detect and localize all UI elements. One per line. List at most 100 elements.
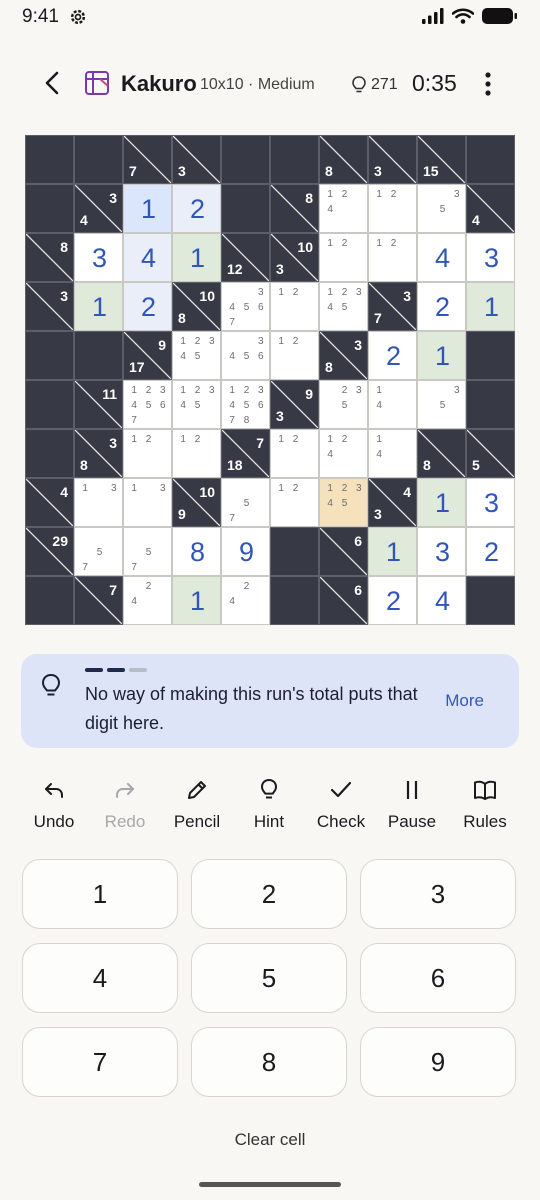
cell-2-2[interactable]: 4 — [123, 233, 172, 282]
keypad-key-9[interactable]: 9 — [360, 1027, 516, 1097]
clue-cell-2-4: 12 — [221, 233, 270, 282]
cell-8-8[interactable]: 3 — [417, 527, 466, 576]
pencil-note: 4 — [131, 399, 137, 411]
cell-5-4[interactable]: 123 456 78 — [221, 380, 270, 429]
cell-7-6[interactable]: 123 45 — [319, 478, 368, 527]
clue-down-sum: 18 — [227, 457, 243, 473]
cell-1-7[interactable]: 12 — [368, 184, 417, 233]
pencil-notes: 24 — [127, 579, 170, 624]
pause-button[interactable]: Pause — [377, 775, 447, 835]
cell-7-4[interactable]: 57 — [221, 478, 270, 527]
cell-3-4[interactable]: 3 456 7 — [221, 282, 270, 331]
more-options-icon[interactable] — [478, 70, 498, 98]
cell-3-5[interactable]: 12 — [270, 282, 319, 331]
cell-8-1[interactable]: 57 — [74, 527, 123, 576]
cell-2-8[interactable]: 4 — [417, 233, 466, 282]
cell-6-2[interactable]: 12 — [123, 429, 172, 478]
cell-2-6[interactable]: 12 — [319, 233, 368, 282]
back-arrow-icon[interactable] — [38, 68, 68, 98]
keypad-key-5[interactable]: 5 — [191, 943, 347, 1013]
pencil-notes: 124 — [323, 187, 366, 232]
cell-1-8[interactable]: 35 — [417, 184, 466, 233]
cell-6-5[interactable]: 12 — [270, 429, 319, 478]
keypad-key-3[interactable]: 3 — [360, 859, 516, 929]
cell-6-3[interactable]: 12 — [172, 429, 221, 478]
cell-7-9[interactable]: 3 — [466, 478, 515, 527]
rules-button[interactable]: Rules — [450, 775, 520, 835]
cell-4-7[interactable]: 2 — [368, 331, 417, 380]
hint-button[interactable]: Hint — [234, 775, 304, 835]
cell-8-9[interactable]: 2 — [466, 527, 515, 576]
cell-3-1[interactable]: 1 — [74, 282, 123, 331]
cell-2-3[interactable]: 1 — [172, 233, 221, 282]
cell-8-2[interactable]: 57 — [123, 527, 172, 576]
pencil-note: 4 — [376, 399, 382, 411]
cell-8-7[interactable]: 1 — [368, 527, 417, 576]
cell-4-3[interactable]: 123 45 — [172, 331, 221, 380]
cell-9-4[interactable]: 24 — [221, 576, 270, 625]
cell-8-3[interactable]: 8 — [172, 527, 221, 576]
cell-7-5[interactable]: 12 — [270, 478, 319, 527]
pencil-button[interactable]: Pencil — [162, 775, 232, 835]
hint-more-button[interactable]: More — [445, 691, 484, 711]
cell-3-6[interactable]: 123 45 — [319, 282, 368, 331]
pencil-note: 5 — [439, 203, 446, 215]
keypad-key-6[interactable]: 6 — [360, 943, 516, 1013]
keypad-key-4[interactable]: 4 — [22, 943, 178, 1013]
cell-5-3[interactable]: 123 45 — [172, 380, 221, 429]
cell-6-7[interactable]: 14 — [368, 429, 417, 478]
pencil-note: 1 — [376, 384, 382, 396]
cell-3-2[interactable]: 2 — [123, 282, 172, 331]
cell-3-8[interactable]: 2 — [417, 282, 466, 331]
cell-4-4[interactable]: 3 456 — [221, 331, 270, 380]
cell-8-4[interactable]: 9 — [221, 527, 270, 576]
pencil-note: 7 — [229, 414, 235, 426]
cell-5-7[interactable]: 14 — [368, 380, 417, 429]
check-label: Check — [316, 812, 366, 831]
clue-cell-7-0: 4 — [25, 478, 74, 527]
pencil-notes: 235 — [323, 383, 366, 428]
cell-6-6[interactable]: 124 — [319, 429, 368, 478]
keypad-key-8[interactable]: 8 — [191, 1027, 347, 1097]
clue-across-sum: 6 — [354, 582, 362, 598]
clear-cell-button[interactable]: Clear cell — [0, 1130, 540, 1150]
cell-9-3[interactable]: 1 — [172, 576, 221, 625]
cell-4-5[interactable]: 12 — [270, 331, 319, 380]
pencil-note: 2 — [243, 580, 250, 592]
cell-3-9[interactable]: 1 — [466, 282, 515, 331]
hint-card-lightbulb-icon — [41, 673, 61, 696]
cell-9-8[interactable]: 4 — [417, 576, 466, 625]
redo-button[interactable]: Redo — [90, 775, 160, 835]
keypad-key-2[interactable]: 2 — [191, 859, 347, 929]
cell-5-6[interactable]: 235 — [319, 380, 368, 429]
pencil-note: 5 — [145, 399, 152, 411]
cell-7-1[interactable]: 13 — [74, 478, 123, 527]
cell-7-2[interactable]: 13 — [123, 478, 172, 527]
cell-9-2[interactable]: 24 — [123, 576, 172, 625]
keypad-key-7[interactable]: 7 — [22, 1027, 178, 1097]
pause-icon — [406, 781, 418, 799]
cell-4-8[interactable]: 1 — [417, 331, 466, 380]
pencil-note: 3 — [356, 384, 362, 396]
check-icon — [330, 781, 352, 798]
cell-1-6[interactable]: 124 — [319, 184, 368, 233]
cell-7-8[interactable]: 1 — [417, 478, 466, 527]
cell-1-2[interactable]: 1 — [123, 184, 172, 233]
cell-1-3[interactable]: 2 — [172, 184, 221, 233]
pencil-note: 4 — [229, 595, 235, 607]
cell-9-7[interactable]: 2 — [368, 576, 417, 625]
cell-2-7[interactable]: 12 — [368, 233, 417, 282]
cell-2-1[interactable]: 3 — [74, 233, 123, 282]
cell-2-9[interactable]: 3 — [466, 233, 515, 282]
clue-down-sum: 12 — [227, 261, 243, 277]
pencil-note: 2 — [390, 237, 397, 249]
check-button[interactable]: Check — [306, 775, 376, 835]
undo-button[interactable]: Undo — [19, 775, 89, 835]
cell-5-2[interactable]: 123 456 7 — [123, 380, 172, 429]
pencil-note: 4 — [229, 301, 235, 313]
keypad-key-1[interactable]: 1 — [22, 859, 178, 929]
cell-digit: 4 — [434, 243, 451, 273]
hint-text: No way of making this run's total puts t… — [85, 684, 418, 733]
pencil-note: 6 — [258, 350, 264, 362]
cell-5-8[interactable]: 35 — [417, 380, 466, 429]
